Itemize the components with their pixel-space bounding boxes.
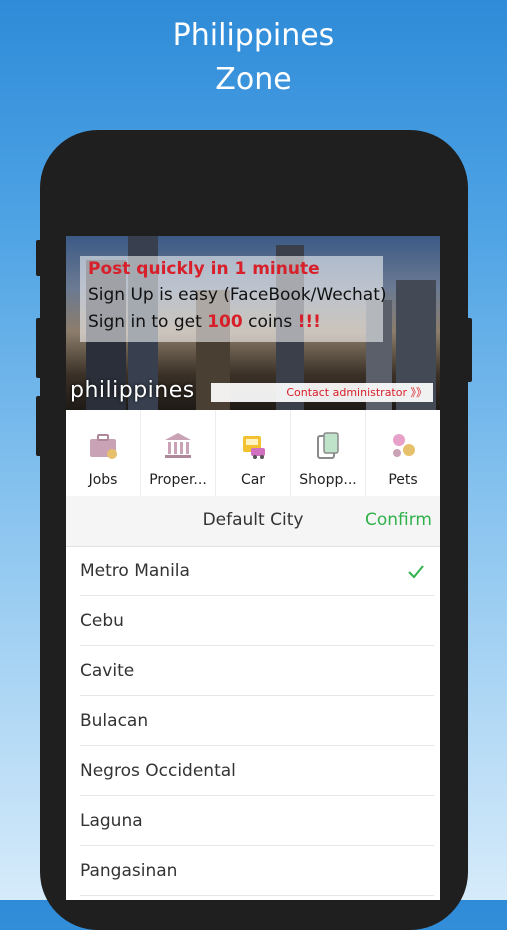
bank-icon [165, 433, 191, 458]
shopping-icon [317, 432, 339, 459]
category-pets[interactable]: Pets [366, 410, 440, 496]
category-shopping[interactable]: Shopp... [291, 410, 366, 496]
car-icon [243, 436, 265, 459]
city-item-label: Cebu [80, 611, 124, 631]
city-item[interactable]: Negros Occidental [80, 746, 434, 796]
city-item-label: Laguna [80, 811, 143, 831]
city-item[interactable]: Cavite [80, 646, 434, 696]
city-item-label: Metro Manila [80, 561, 190, 581]
city-item-label: Cavite [80, 661, 135, 681]
contact-administrator-link[interactable]: Contact administrator 》》 [211, 383, 433, 402]
briefcase-icon [90, 434, 117, 459]
city-item[interactable]: Cebu [80, 596, 434, 646]
category-label: Shopp... [299, 472, 357, 488]
promo-title-line2: Zone [215, 62, 292, 97]
banner-headline: Post quickly in 1 minute [88, 259, 320, 279]
banner-coins-suffix: !!! [297, 312, 321, 332]
category-bar: Jobs Proper... Car Shopp... Pets [66, 410, 440, 497]
promo-title: Philippines Zone [0, 14, 507, 102]
banner-city-text: philippines [70, 378, 195, 403]
banner-coins-prefix: Sign in to get [88, 312, 208, 332]
promo-title-line1: Philippines [172, 18, 335, 53]
city-item[interactable]: Metro Manila [80, 546, 434, 596]
promo-banner[interactable]: Post quickly in 1 minute Sign Up is easy… [66, 236, 440, 410]
city-item[interactable]: Pangasinan [80, 846, 434, 896]
category-label: Pets [388, 472, 418, 488]
category-label: Proper... [149, 472, 207, 488]
city-item[interactable]: Laguna [80, 796, 434, 846]
pets-icon [393, 434, 415, 457]
category-label: Car [240, 472, 266, 488]
banner-coins-amount: 100 [207, 312, 243, 332]
city-item-label: Pangasinan [80, 861, 178, 881]
category-jobs[interactable]: Jobs [66, 410, 141, 496]
confirm-button[interactable]: Confirm [365, 510, 432, 530]
banner-coins-middle: coins [242, 312, 298, 332]
city-item-label: Negros Occidental [80, 761, 236, 781]
city-picker-header: Default City Confirm [66, 496, 440, 547]
category-car[interactable]: Car [216, 410, 291, 496]
banner-signup-text: Sign Up is easy (FaceBook/Wechat) [88, 285, 387, 305]
category-property[interactable]: Proper... [141, 410, 216, 496]
city-item-label: Bulacan [80, 711, 149, 731]
app-screen: Post quickly in 1 minute Sign Up is easy… [66, 236, 440, 900]
city-item[interactable]: Bulacan [80, 696, 434, 746]
checkmark-icon [408, 565, 424, 579]
banner-coins-text: Sign in to get 100 coins !!! [88, 312, 321, 332]
category-label: Jobs [88, 472, 118, 488]
city-list: Metro Manila Cebu Cavite Bulacan Negros … [66, 546, 440, 896]
